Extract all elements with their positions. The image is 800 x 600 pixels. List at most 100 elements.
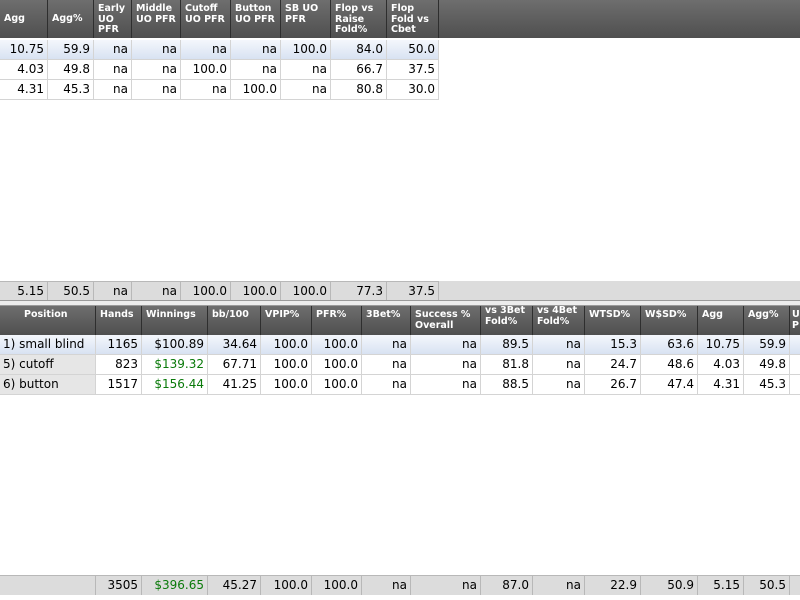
cell-wtsd: 26.7 bbox=[585, 375, 641, 395]
cell-winnings: $100.89 bbox=[142, 335, 208, 355]
cell-button: na bbox=[231, 60, 281, 80]
total-uo bbox=[790, 575, 800, 595]
total-hands: 3505 bbox=[96, 575, 142, 595]
col-header-vpip[interactable]: VPIP% bbox=[261, 306, 312, 335]
cell-3bet: na bbox=[362, 355, 411, 375]
total-aggp: 50.5 bbox=[744, 575, 790, 595]
cell-flop-vs-raise: 80.8 bbox=[331, 80, 387, 100]
total-button: 100.0 bbox=[231, 281, 281, 301]
cell-wtsd: 15.3 bbox=[585, 335, 641, 355]
cell-aggp: 45.3 bbox=[744, 375, 790, 395]
col-header-winnings[interactable]: Winnings bbox=[142, 306, 208, 335]
cell-success: na bbox=[411, 335, 481, 355]
col-header-flop-vs-raise-fold[interactable]: Flop vs Raise Fold% bbox=[331, 0, 387, 38]
cell-flop-vs-raise: 66.7 bbox=[331, 60, 387, 80]
total-aggp: 50.5 bbox=[48, 281, 94, 301]
col-header-label: SB UO PFR bbox=[285, 3, 319, 25]
col-header-aggp[interactable]: Agg% bbox=[744, 306, 790, 335]
col-header-label: PFR% bbox=[316, 309, 347, 320]
cell-vs3bet: 88.5 bbox=[481, 375, 533, 395]
cell-hands: 823 bbox=[96, 355, 142, 375]
col-header-cutoff-uo-pfr[interactable]: Cutoff UO PFR bbox=[181, 0, 231, 38]
total-middle: na bbox=[132, 281, 181, 301]
cell-success: na bbox=[411, 355, 481, 375]
cell-agg: 4.03 bbox=[0, 60, 48, 80]
col-header-agg[interactable]: Agg bbox=[698, 306, 744, 335]
totals-row: 3505 $396.65 45.27 100.0 100.0 na na 87.… bbox=[0, 575, 800, 595]
total-flop-vs-raise: 77.3 bbox=[331, 281, 387, 301]
cell-button: na bbox=[231, 40, 281, 60]
cell-middle: na bbox=[132, 40, 181, 60]
col-header-aggp[interactable]: Agg% bbox=[48, 0, 94, 38]
cell-middle: na bbox=[132, 60, 181, 80]
total-early: na bbox=[94, 281, 132, 301]
position-stats-grid: Position Hands Winnings bb/100 VPIP% PFR… bbox=[0, 306, 800, 600]
cell-position: 1) small blind bbox=[0, 335, 96, 355]
cell-aggp: 59.9 bbox=[48, 40, 94, 60]
total-3bet: na bbox=[362, 575, 411, 595]
col-header-agg[interactable]: Agg bbox=[0, 0, 48, 38]
cell-bb100: 41.25 bbox=[208, 375, 261, 395]
col-header-label: Button UO PFR bbox=[235, 3, 275, 25]
cell-hands: 1165 bbox=[96, 335, 142, 355]
cell-uo bbox=[790, 375, 800, 395]
col-header-early-uo-pfr[interactable]: Early UO PFR bbox=[94, 0, 132, 38]
total-pfr: 100.0 bbox=[312, 575, 362, 595]
col-header-label: bb/100 bbox=[212, 309, 249, 320]
col-header-label: vs 4Bet Fold% bbox=[537, 306, 577, 327]
cell-3bet: na bbox=[362, 375, 411, 395]
col-header-label: VPIP% bbox=[265, 309, 300, 320]
total-wtsd: 22.9 bbox=[585, 575, 641, 595]
cell-winnings: $139.32 bbox=[142, 355, 208, 375]
total-agg: 5.15 bbox=[698, 575, 744, 595]
col-header-middle-uo-pfr[interactable]: Middle UO PFR bbox=[132, 0, 181, 38]
cell-sb: na bbox=[281, 60, 331, 80]
cell-uo bbox=[790, 335, 800, 355]
col-header-vs-3bet-fold[interactable]: vs 3Bet Fold% bbox=[481, 306, 533, 335]
col-header-flop-fold-vs-cbet[interactable]: Flop Fold vs Cbet bbox=[387, 0, 439, 38]
col-header-pfr[interactable]: PFR% bbox=[312, 306, 362, 335]
cell-pfr: 100.0 bbox=[312, 375, 362, 395]
cell-agg: 4.31 bbox=[0, 80, 48, 100]
col-header-label: Agg bbox=[4, 12, 25, 24]
cell-button: 100.0 bbox=[231, 80, 281, 100]
col-header-button-uo-pfr[interactable]: Button UO PFR bbox=[231, 0, 281, 38]
col-header-label: Winnings bbox=[146, 309, 196, 320]
cell-winnings: $156.44 bbox=[142, 375, 208, 395]
col-header-3bet[interactable]: 3Bet% bbox=[362, 306, 411, 335]
cell-early: na bbox=[94, 40, 132, 60]
total-wsd: 50.9 bbox=[641, 575, 698, 595]
col-header-label: Middle UO PFR bbox=[136, 3, 176, 25]
cell-vpip: 100.0 bbox=[261, 375, 312, 395]
total-vs4bet: na bbox=[533, 575, 585, 595]
col-header-uo[interactable]: U P bbox=[790, 306, 800, 335]
col-header-vs-4bet-fold[interactable]: vs 4Bet Fold% bbox=[533, 306, 585, 335]
cell-aggp: 49.8 bbox=[744, 355, 790, 375]
total-flop-fold-cbet: 37.5 bbox=[387, 281, 439, 301]
col-header-wsd[interactable]: W$SD% bbox=[641, 306, 698, 335]
col-header-label: Success % Overall bbox=[415, 309, 471, 331]
cell-success: na bbox=[411, 375, 481, 395]
total-bb100: 45.27 bbox=[208, 575, 261, 595]
col-header-bb100[interactable]: bb/100 bbox=[208, 306, 261, 335]
col-header-wtsd[interactable]: WTSD% bbox=[585, 306, 641, 335]
col-header-position[interactable]: Position bbox=[0, 306, 96, 335]
total-vpip: 100.0 bbox=[261, 575, 312, 595]
col-header-label: U P bbox=[792, 309, 800, 331]
header-filler bbox=[439, 0, 800, 38]
col-header-success-overall[interactable]: Success % Overall bbox=[411, 306, 481, 335]
cell-pfr: 100.0 bbox=[312, 335, 362, 355]
cell-aggp: 45.3 bbox=[48, 80, 94, 100]
col-header-label: Flop Fold vs Cbet bbox=[391, 3, 429, 35]
cell-vs4bet: na bbox=[533, 335, 585, 355]
col-header-label: W$SD% bbox=[645, 309, 687, 320]
col-header-label: Early UO PFR bbox=[98, 3, 126, 35]
total-position bbox=[0, 575, 96, 595]
cell-wtsd: 24.7 bbox=[585, 355, 641, 375]
cell-flop-fold-cbet: 30.0 bbox=[387, 80, 439, 100]
cell-vs4bet: na bbox=[533, 375, 585, 395]
cell-bb100: 67.71 bbox=[208, 355, 261, 375]
total-success: na bbox=[411, 575, 481, 595]
col-header-sb-uo-pfr[interactable]: SB UO PFR bbox=[281, 0, 331, 38]
col-header-hands[interactable]: Hands bbox=[96, 306, 142, 335]
